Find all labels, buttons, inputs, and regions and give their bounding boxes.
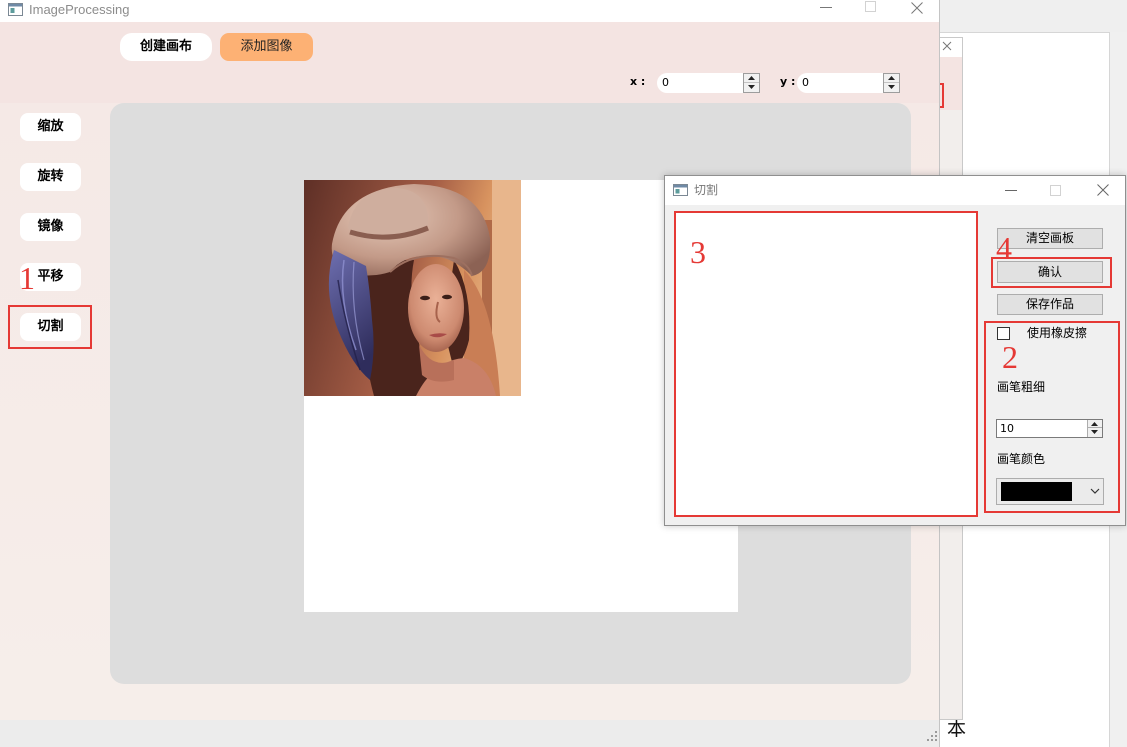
- y-spinbox[interactable]: 0: [797, 73, 900, 93]
- x-spin-buttons: [743, 73, 760, 93]
- spin-down-icon: [748, 85, 755, 89]
- canvas-image: [304, 180, 521, 396]
- app-window-icon: [8, 3, 23, 16]
- x-label: x :: [630, 75, 646, 88]
- annotation-box-1: [8, 305, 92, 349]
- sidebar-item-scale[interactable]: 缩放: [20, 113, 81, 141]
- close-icon[interactable]: [942, 41, 952, 51]
- y-spin-up-button[interactable]: [884, 74, 899, 83]
- crop-dialog-title: 切割: [694, 183, 719, 197]
- sidebar-item-rotate[interactable]: 旋转: [20, 163, 81, 191]
- x-spinbox[interactable]: 0: [657, 73, 760, 93]
- main-window-titlebar[interactable]: ImageProcessing: [0, 0, 939, 22]
- spin-up-icon: [748, 76, 755, 80]
- y-spin-buttons: [883, 73, 900, 93]
- spin-down-icon: [888, 85, 895, 89]
- photo-eye-left: [420, 295, 430, 301]
- maximize-icon[interactable]: [1050, 185, 1062, 197]
- x-spin-up-button[interactable]: [744, 74, 759, 83]
- photo-eye-right: [442, 294, 452, 300]
- annotation-number-3: 3: [690, 234, 706, 270]
- annotation-box-3: [674, 211, 978, 517]
- create-canvas-button[interactable]: 创建画布: [120, 33, 212, 61]
- status-bar: [0, 720, 939, 747]
- y-spinbox-value[interactable]: 0: [802, 73, 809, 93]
- crop-dialog-titlebar[interactable]: 切割: [665, 176, 1125, 205]
- annotation-number-4: 4: [996, 230, 1012, 266]
- save-work-button[interactable]: 保存作品: [997, 294, 1103, 315]
- window-title: ImageProcessing: [29, 2, 130, 17]
- app-window-icon: [673, 184, 688, 196]
- close-icon[interactable]: [911, 2, 923, 14]
- background-window-titlebar: [940, 0, 1127, 32]
- minimize-icon[interactable]: [1005, 184, 1018, 197]
- sidebar-item-mirror[interactable]: 镜像: [20, 213, 81, 241]
- background-document-text: 本: [947, 718, 967, 740]
- annotation-number-2: 2: [1002, 339, 1018, 375]
- clear-canvas-button[interactable]: 清空画板: [997, 228, 1103, 249]
- size-grip-icon[interactable]: [927, 731, 938, 742]
- y-spin-down-button[interactable]: [884, 83, 899, 92]
- minimize-icon[interactable]: [820, 1, 833, 14]
- maximize-icon[interactable]: [865, 1, 877, 13]
- annotation-number-1: 1: [19, 260, 35, 296]
- y-label: y :: [780, 75, 796, 88]
- x-spin-down-button[interactable]: [744, 83, 759, 92]
- x-spinbox-value[interactable]: 0: [662, 73, 669, 93]
- spin-up-icon: [888, 76, 895, 80]
- add-image-button[interactable]: 添加图像: [220, 33, 313, 61]
- close-icon[interactable]: [1097, 184, 1109, 196]
